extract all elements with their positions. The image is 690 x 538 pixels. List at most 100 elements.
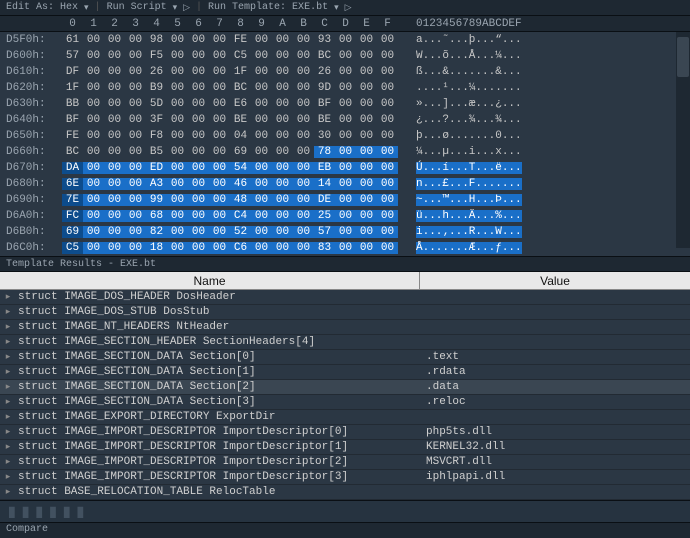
expand-icon[interactable]: ▸	[0, 397, 16, 407]
byte[interactable]: 00	[251, 194, 272, 206]
byte[interactable]: 00	[272, 242, 293, 254]
byte[interactable]: C4	[230, 210, 251, 222]
run-script-menu[interactable]: Run Script	[107, 2, 167, 13]
hex-row[interactable]: D6B0h:69000000820000005200000057000000i.…	[6, 224, 684, 240]
byte[interactable]: 00	[293, 130, 314, 142]
byte[interactable]: 00	[356, 210, 377, 222]
byte[interactable]: 00	[356, 146, 377, 158]
hex-row[interactable]: D5F0h:6100000098000000FE00000093000000a.…	[6, 32, 684, 48]
run-icon[interactable]: ▷	[183, 3, 190, 13]
byte[interactable]: 00	[251, 226, 272, 238]
byte[interactable]: 00	[188, 82, 209, 94]
byte[interactable]: 00	[272, 50, 293, 62]
byte[interactable]: 00	[377, 178, 398, 190]
byte[interactable]: 00	[251, 210, 272, 222]
byte[interactable]: 00	[377, 34, 398, 46]
byte[interactable]: 00	[83, 130, 104, 142]
byte[interactable]: 00	[293, 66, 314, 78]
run-template-menu[interactable]: Run Template: EXE.bt	[208, 2, 328, 13]
byte[interactable]: 00	[104, 34, 125, 46]
byte[interactable]: 00	[377, 130, 398, 142]
byte[interactable]: FE	[62, 130, 83, 142]
byte[interactable]: 00	[272, 82, 293, 94]
expand-icon[interactable]: ▸	[0, 382, 16, 392]
byte[interactable]: 00	[251, 50, 272, 62]
byte[interactable]: 00	[167, 146, 188, 158]
byte[interactable]: 00	[83, 178, 104, 190]
byte[interactable]: 00	[209, 226, 230, 238]
byte[interactable]: 00	[356, 194, 377, 206]
byte[interactable]: 00	[188, 162, 209, 174]
dropdown-icon[interactable]: ▾	[173, 3, 178, 13]
byte[interactable]: 26	[146, 66, 167, 78]
dropdown-icon[interactable]: ▾	[334, 3, 339, 13]
byte[interactable]: DF	[62, 66, 83, 78]
byte[interactable]: BE	[314, 114, 335, 126]
byte[interactable]: 00	[209, 242, 230, 254]
hex-row[interactable]: D690h:7E0000009900000048000000DE000000~.…	[6, 192, 684, 208]
byte[interactable]: 00	[272, 34, 293, 46]
byte[interactable]: 00	[83, 66, 104, 78]
byte[interactable]: BC	[314, 50, 335, 62]
ascii[interactable]: þ...ø.......0...	[416, 130, 522, 142]
ascii[interactable]: ß...&.......&...	[416, 66, 522, 78]
byte[interactable]: 00	[293, 210, 314, 222]
byte[interactable]: 00	[209, 130, 230, 142]
byte[interactable]: 1F	[62, 82, 83, 94]
template-row[interactable]: ▸struct IMAGE_SECTION_HEADER SectionHead…	[0, 335, 690, 350]
byte[interactable]: 00	[167, 178, 188, 190]
byte[interactable]: 57	[62, 50, 83, 62]
byte[interactable]: 00	[377, 50, 398, 62]
byte[interactable]: 00	[356, 66, 377, 78]
byte[interactable]: 00	[335, 66, 356, 78]
byte[interactable]: 00	[188, 210, 209, 222]
byte[interactable]: 00	[356, 226, 377, 238]
hex-row[interactable]: D600h:57000000F5000000C5000000BC000000W.…	[6, 48, 684, 64]
byte[interactable]: 00	[209, 162, 230, 174]
byte[interactable]: 00	[188, 242, 209, 254]
byte[interactable]: 00	[335, 130, 356, 142]
byte[interactable]: 00	[251, 242, 272, 254]
byte[interactable]: 00	[209, 194, 230, 206]
byte[interactable]: 00	[251, 82, 272, 94]
expand-icon[interactable]: ▸	[0, 412, 16, 422]
byte[interactable]: B5	[146, 146, 167, 158]
byte[interactable]: 00	[209, 50, 230, 62]
expand-icon[interactable]: ▸	[0, 367, 16, 377]
byte[interactable]: 00	[125, 50, 146, 62]
byte[interactable]: 00	[293, 242, 314, 254]
hex-view[interactable]: D5F0h:6100000098000000FE00000093000000a.…	[0, 32, 690, 256]
hex-row[interactable]: D610h:DF000000260000001F00000026000000ß.…	[6, 64, 684, 80]
byte[interactable]: 00	[188, 226, 209, 238]
byte[interactable]: 00	[293, 98, 314, 110]
byte[interactable]: 00	[167, 50, 188, 62]
byte[interactable]: 00	[167, 82, 188, 94]
byte[interactable]: F5	[146, 50, 167, 62]
byte[interactable]: 00	[188, 66, 209, 78]
byte[interactable]: EB	[314, 162, 335, 174]
byte[interactable]: 18	[146, 242, 167, 254]
byte[interactable]: 78	[314, 146, 335, 158]
byte[interactable]: 00	[83, 162, 104, 174]
column-value[interactable]: Value	[420, 272, 690, 289]
template-row[interactable]: ▸struct IMAGE_IMPORT_DESCRIPTOR ImportDe…	[0, 425, 690, 440]
byte[interactable]: 00	[377, 162, 398, 174]
byte[interactable]: 00	[272, 162, 293, 174]
byte[interactable]: 00	[167, 114, 188, 126]
byte[interactable]: 00	[188, 34, 209, 46]
template-row[interactable]: ▸struct IMAGE_SECTION_DATA Section[1].rd…	[0, 365, 690, 380]
byte[interactable]: 00	[272, 98, 293, 110]
hex-row[interactable]: D660h:BC000000B50000006900000078000000¼.…	[6, 144, 684, 160]
byte[interactable]: 00	[104, 162, 125, 174]
expand-icon[interactable]: ▸	[0, 472, 16, 482]
byte[interactable]: 00	[104, 114, 125, 126]
byte[interactable]: 00	[167, 194, 188, 206]
template-row[interactable]: ▸struct IMAGE_IMPORT_DESCRIPTOR ImportDe…	[0, 470, 690, 485]
ascii[interactable]: Å.......Æ...ƒ...	[416, 242, 522, 254]
expand-icon[interactable]: ▸	[0, 322, 16, 332]
byte[interactable]: 69	[230, 146, 251, 158]
byte[interactable]: 00	[209, 98, 230, 110]
byte[interactable]: 00	[356, 162, 377, 174]
byte[interactable]: 25	[314, 210, 335, 222]
byte[interactable]: 00	[272, 178, 293, 190]
